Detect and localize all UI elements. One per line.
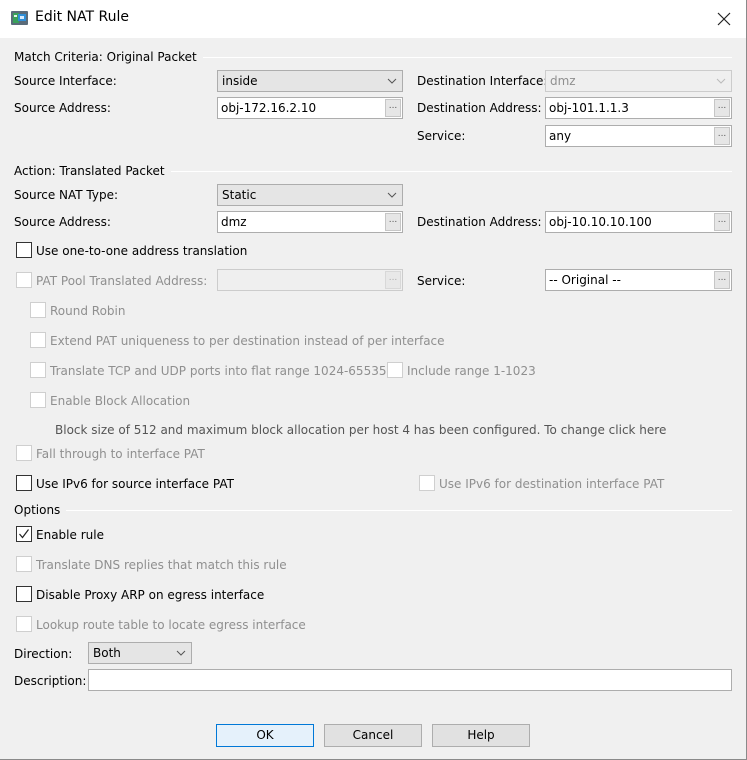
translate-dns-label: Translate DNS replies that match this ru… bbox=[36, 558, 287, 572]
options-section-header: Options bbox=[14, 502, 732, 518]
close-icon bbox=[717, 12, 731, 26]
action-title: Action: Translated Packet bbox=[14, 164, 165, 178]
description-label: Description: bbox=[14, 674, 87, 688]
translate-dns-checkbox[interactable] bbox=[16, 556, 32, 572]
round-robin-checkbox[interactable] bbox=[30, 302, 46, 318]
match-criteria-title: Match Criteria: Original Packet bbox=[14, 50, 197, 64]
extend-pat-label: Extend PAT uniqueness to per destination… bbox=[50, 334, 445, 348]
destination-interface-label: Destination Interface: bbox=[417, 74, 548, 88]
translated-source-address-browse-button[interactable]: ... bbox=[385, 213, 401, 231]
pat-pool-browse-button[interactable]: ... bbox=[385, 271, 401, 289]
fall-through-label: Fall through to interface PAT bbox=[36, 447, 205, 461]
source-address-label: Source Address: bbox=[14, 101, 111, 115]
checkmark-icon bbox=[19, 529, 29, 539]
enable-rule-label: Enable rule bbox=[36, 528, 104, 542]
translated-source-address-label: Source Address: bbox=[14, 215, 111, 229]
translated-destination-address-label: Destination Address: bbox=[417, 215, 542, 229]
extend-pat-checkbox[interactable] bbox=[30, 332, 46, 348]
section-divider bbox=[66, 509, 732, 511]
destination-address-browse-button[interactable]: ... bbox=[714, 99, 730, 117]
chevron-down-icon bbox=[716, 78, 726, 84]
translated-service-label: Service: bbox=[417, 274, 466, 288]
fall-through-checkbox[interactable] bbox=[16, 445, 32, 461]
service-browse-button[interactable]: ... bbox=[714, 127, 730, 145]
source-address-field: ... bbox=[217, 97, 403, 119]
destination-address-label: Destination Address: bbox=[417, 101, 542, 115]
round-robin-label: Round Robin bbox=[50, 304, 126, 318]
block-allocation-checkbox[interactable] bbox=[30, 392, 46, 408]
translated-source-address-field: ... bbox=[217, 211, 403, 233]
chevron-down-icon bbox=[387, 192, 397, 198]
lookup-route-checkbox[interactable] bbox=[16, 616, 32, 632]
source-address-browse-button[interactable]: ... bbox=[385, 99, 401, 117]
ipv6-source-label: Use IPv6 for source interface PAT bbox=[36, 477, 234, 491]
chevron-down-icon bbox=[176, 650, 186, 656]
source-nat-type-select[interactable]: Static bbox=[217, 184, 403, 206]
direction-value: Both bbox=[93, 646, 121, 660]
help-button[interactable]: Help bbox=[432, 724, 530, 747]
service-label: Service: bbox=[417, 129, 466, 143]
enable-rule-checkbox[interactable] bbox=[16, 526, 32, 542]
section-divider bbox=[170, 170, 732, 172]
one-to-one-checkbox[interactable] bbox=[16, 242, 32, 258]
close-button[interactable] bbox=[704, 4, 744, 34]
direction-label: Direction: bbox=[14, 647, 73, 661]
translated-destination-address-browse-button[interactable]: ... bbox=[714, 213, 730, 231]
include-range-checkbox[interactable] bbox=[387, 362, 403, 378]
one-to-one-label: Use one-to-one address translation bbox=[36, 244, 248, 258]
translated-destination-address-input[interactable] bbox=[546, 212, 713, 232]
destination-address-input[interactable] bbox=[546, 98, 713, 118]
direction-select[interactable]: Both bbox=[88, 642, 192, 664]
source-interface-value: inside bbox=[222, 74, 258, 88]
pat-pool-checkbox[interactable] bbox=[16, 272, 32, 288]
destination-address-field: ... bbox=[545, 97, 732, 119]
action-section-header: Action: Translated Packet bbox=[14, 163, 732, 179]
block-allocation-info-link[interactable]: Block size of 512 and maximum block allo… bbox=[55, 422, 666, 438]
ok-button[interactable]: OK bbox=[216, 724, 314, 747]
description-input[interactable] bbox=[89, 670, 731, 690]
translated-destination-address-field: ... bbox=[545, 211, 732, 233]
cancel-button[interactable]: Cancel bbox=[324, 724, 422, 747]
translated-source-address-input[interactable] bbox=[218, 212, 384, 232]
source-nat-type-label: Source NAT Type: bbox=[14, 188, 119, 202]
disable-proxy-arp-checkbox[interactable] bbox=[16, 586, 32, 602]
source-address-input[interactable] bbox=[218, 98, 384, 118]
flat-range-checkbox[interactable] bbox=[30, 362, 46, 378]
lookup-route-label: Lookup route table to locate egress inte… bbox=[36, 618, 306, 632]
dialog-body: Match Criteria: Original Packet Source I… bbox=[0, 38, 747, 760]
description-field bbox=[88, 669, 732, 691]
ipv6-destination-label: Use IPv6 for destination interface PAT bbox=[439, 477, 665, 491]
pat-pool-field: ... bbox=[217, 269, 403, 291]
window-title: Edit NAT Rule bbox=[35, 9, 130, 25]
block-allocation-label: Enable Block Allocation bbox=[50, 394, 191, 408]
destination-interface-value: dmz bbox=[550, 74, 576, 88]
source-interface-select[interactable]: inside bbox=[217, 70, 403, 92]
translated-service-input[interactable] bbox=[546, 270, 713, 290]
translated-service-field: ... bbox=[545, 269, 732, 291]
translated-service-browse-button[interactable]: ... bbox=[714, 271, 730, 289]
pat-pool-label: PAT Pool Translated Address: bbox=[36, 274, 208, 288]
flat-range-label: Translate TCP and UDP ports into flat ra… bbox=[50, 364, 387, 378]
service-input[interactable] bbox=[546, 126, 713, 146]
asdm-app-icon bbox=[11, 11, 28, 25]
service-field: ... bbox=[545, 125, 732, 147]
ipv6-source-checkbox[interactable] bbox=[16, 475, 32, 491]
ipv6-destination-checkbox[interactable] bbox=[419, 475, 435, 491]
source-interface-label: Source Interface: bbox=[14, 74, 117, 88]
include-range-label: Include range 1-1023 bbox=[407, 364, 536, 378]
pat-pool-input[interactable] bbox=[218, 270, 384, 290]
destination-interface-select[interactable]: dmz bbox=[545, 70, 732, 92]
options-title: Options bbox=[14, 503, 61, 517]
disable-proxy-arp-label: Disable Proxy ARP on egress interface bbox=[36, 588, 265, 602]
section-divider bbox=[202, 56, 732, 58]
chevron-down-icon bbox=[387, 78, 397, 84]
source-nat-type-value: Static bbox=[222, 188, 257, 202]
title-bar: Edit NAT Rule bbox=[0, 0, 747, 38]
match-criteria-section-header: Match Criteria: Original Packet bbox=[14, 49, 732, 65]
